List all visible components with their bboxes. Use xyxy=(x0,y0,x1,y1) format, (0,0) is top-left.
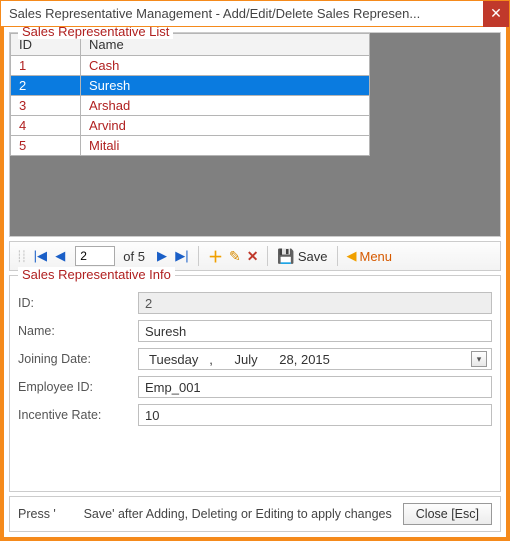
floppy-icon: 💾 xyxy=(277,248,294,265)
footer-hint: Press ' Save' after Adding, Deleting or … xyxy=(18,507,392,521)
table-row[interactable]: 4Arvind xyxy=(11,116,370,136)
table-row[interactable]: 3Arshad xyxy=(11,96,370,116)
id-field xyxy=(138,292,492,314)
separator xyxy=(198,246,199,266)
toolbar-grip: ┊┊ xyxy=(16,250,25,263)
cell-id: 4 xyxy=(11,116,81,136)
close-button[interactable]: Close [Esc] xyxy=(403,503,492,525)
footer-bar: Press ' Save' after Adding, Deleting or … xyxy=(9,496,501,532)
nav-position-input[interactable] xyxy=(75,246,115,266)
label-emp: Employee ID: xyxy=(18,380,138,394)
table-row[interactable]: 1Cash xyxy=(11,56,370,76)
save-label: Save xyxy=(298,249,328,264)
joining-date-field[interactable]: Tuesday , July 28, 2015 ▾ xyxy=(138,348,492,370)
cell-name: Cash xyxy=(81,56,370,76)
cell-name: Suresh xyxy=(81,76,370,96)
cell-name: Mitali xyxy=(81,136,370,156)
incentive-rate-field[interactable] xyxy=(138,404,492,426)
close-icon[interactable]: ✕ xyxy=(483,1,509,27)
menu-label: Menu xyxy=(360,249,393,264)
grid-container: ID Name 1Cash2Suresh3Arshad4Arvind5Mital… xyxy=(10,33,500,236)
titlebar: Sales Representative Management - Add/Ed… xyxy=(1,1,509,27)
table-row[interactable]: 2Suresh xyxy=(11,76,370,96)
client-area: Sales Representative List ID Name 1Cash2… xyxy=(1,27,509,540)
pencil-icon: ✎ xyxy=(229,248,241,265)
nav-first-icon[interactable]: |◀ xyxy=(31,248,49,264)
label-incentive: Incentive Rate: xyxy=(18,408,138,422)
add-button[interactable]: ＋ xyxy=(206,246,225,267)
sales-rep-grid[interactable]: ID Name 1Cash2Suresh3Arshad4Arvind5Mital… xyxy=(10,33,370,156)
cell-id: 2 xyxy=(11,76,81,96)
label-id: ID: xyxy=(18,296,138,310)
label-joining: Joining Date: xyxy=(18,352,138,366)
arrow-left-icon: ◀ xyxy=(347,248,357,264)
cell-name: Arshad xyxy=(81,96,370,116)
employee-id-field[interactable] xyxy=(138,376,492,398)
list-group-title: Sales Representative List xyxy=(18,27,173,39)
nav-last-icon[interactable]: ▶| xyxy=(173,248,191,264)
edit-button[interactable]: ✎ xyxy=(227,248,243,265)
cell-id: 3 xyxy=(11,96,81,116)
plus-icon: ＋ xyxy=(208,246,223,267)
separator xyxy=(337,246,338,266)
app-window: Sales Representative Management - Add/Ed… xyxy=(0,0,510,541)
nav-next-icon[interactable]: ▶ xyxy=(153,248,171,264)
name-field[interactable] xyxy=(138,320,492,342)
nav-prev-icon[interactable]: ◀ xyxy=(51,248,69,264)
info-groupbox: Sales Representative Info ID: Name: Join… xyxy=(9,275,501,492)
table-row[interactable]: 5Mitali xyxy=(11,136,370,156)
delete-button[interactable]: ✕ xyxy=(245,248,261,265)
save-button[interactable]: 💾 Save xyxy=(275,248,329,265)
cell-id: 5 xyxy=(11,136,81,156)
joining-date-value: Tuesday , July 28, 2015 xyxy=(149,352,330,367)
calendar-dropdown-icon[interactable]: ▾ xyxy=(471,351,487,367)
list-groupbox: Sales Representative List ID Name 1Cash2… xyxy=(9,32,501,237)
separator xyxy=(267,246,268,266)
window-title: Sales Representative Management - Add/Ed… xyxy=(9,6,483,21)
cell-name: Arvind xyxy=(81,116,370,136)
menu-button[interactable]: ◀ Menu xyxy=(345,248,395,264)
cell-id: 1 xyxy=(11,56,81,76)
info-group-title: Sales Representative Info xyxy=(18,267,175,282)
nav-of-label: of 5 xyxy=(123,249,145,264)
label-name: Name: xyxy=(18,324,138,338)
delete-icon: ✕ xyxy=(247,248,259,265)
